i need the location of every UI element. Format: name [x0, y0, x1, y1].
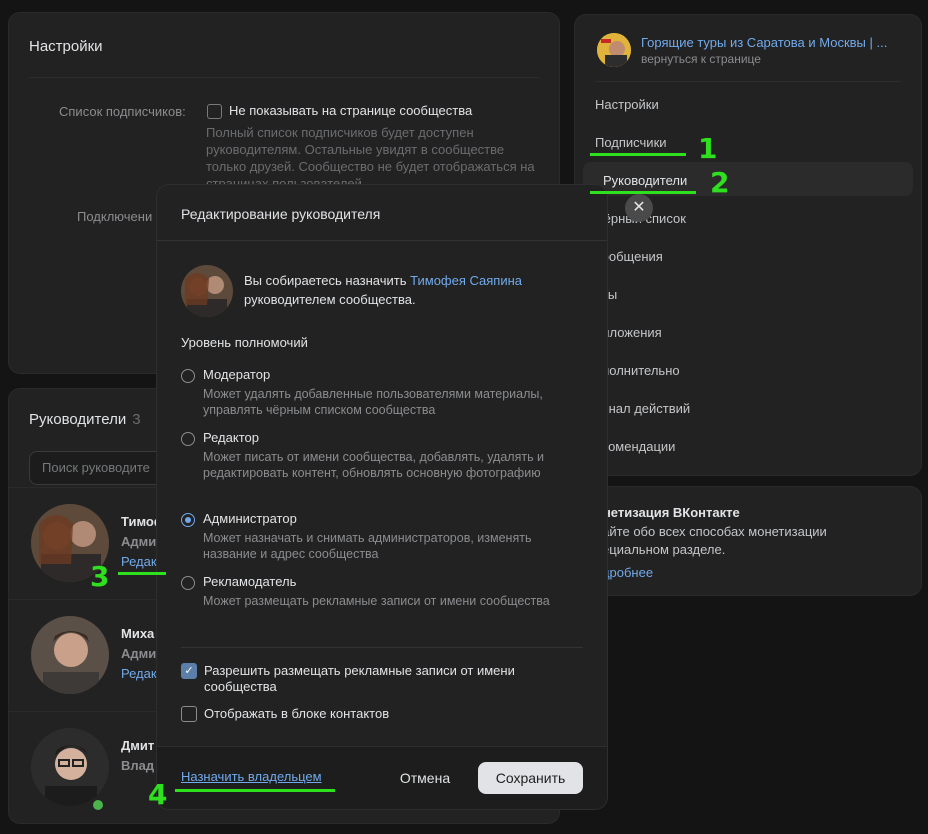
allow-ads-label[interactable]: Разрешить размещать рекламные записи от … — [204, 663, 564, 695]
group-avatar[interactable] — [597, 33, 631, 67]
nav-item-additional[interactable]: ополнительно — [595, 363, 680, 378]
monetization-title: онетизация ВКонтакте — [595, 505, 740, 520]
edit-manager-modal: Редактирование руководителя Вы собираете… — [157, 185, 607, 809]
annotation-number: 4 — [148, 778, 168, 811]
manager-role: Адми — [121, 534, 157, 549]
role-label[interactable]: Модератор — [203, 367, 270, 382]
modal-title: Редактирование руководителя — [181, 206, 381, 222]
online-indicator — [91, 798, 105, 812]
annotation-number: 2 — [710, 166, 730, 199]
avatar[interactable] — [31, 616, 109, 694]
nav-item-settings[interactable]: Настройки — [595, 97, 659, 112]
radio-button-selected[interactable] — [181, 513, 195, 527]
community-nav-card: Горящие туры из Саратова и Москвы | ... … — [574, 14, 922, 476]
cancel-button[interactable]: Отмена — [387, 763, 463, 793]
managers-title: Руководители 3 — [29, 411, 141, 428]
divider — [181, 647, 583, 648]
nav-item-action-log[interactable]: урнал действий — [595, 401, 690, 416]
nav-item-managers[interactable]: Руководители — [603, 173, 687, 188]
monetization-card: онетизация ВКонтакте найте обо всех спос… — [574, 486, 922, 596]
annotation-underline — [590, 191, 696, 194]
managers-count: 3 — [132, 411, 141, 428]
show-in-contacts-checkbox[interactable] — [181, 706, 197, 722]
group-name-link[interactable]: Горящие туры из Саратова и Москвы | ... — [641, 35, 887, 50]
radio-button[interactable] — [181, 432, 195, 446]
annotation-underline — [590, 153, 686, 156]
settings-title: Настройки — [29, 38, 103, 55]
annotation-underline — [118, 572, 166, 575]
role-description: Может размещать рекламные записи от имен… — [203, 594, 550, 608]
role-description: Может назначать и снимать администраторо… — [203, 531, 532, 561]
intro-suffix: руководителем сообщества. — [244, 292, 416, 307]
search-placeholder: Поиск руководите — [42, 460, 150, 475]
nav-item-recommendations[interactable]: екомендации — [595, 439, 675, 454]
divider — [29, 77, 539, 78]
radio-button[interactable] — [181, 576, 195, 590]
manager-edit-link[interactable]: Редак — [121, 554, 157, 569]
role-description: Может писать от имени сообщества, добавл… — [203, 450, 545, 480]
back-to-page-link[interactable]: вернуться к странице — [641, 52, 761, 66]
role-description: Может удалять добавленные пользователями… — [203, 387, 543, 417]
role-label[interactable]: Администратор — [203, 511, 297, 526]
show-in-contacts-label[interactable]: Отображать в блоке контактов — [204, 706, 564, 722]
connection-label: Подключени — [77, 209, 153, 224]
manager-role: Адми — [121, 646, 157, 661]
annotation-number: 1 — [698, 132, 718, 165]
assign-owner-link[interactable]: Назначить владельцем — [181, 769, 322, 784]
intro-text: Вы собираетесь назначить Тимофея Саяпина… — [244, 271, 584, 309]
manager-role: Влад — [121, 758, 155, 773]
annotation-number: 3 — [90, 560, 110, 593]
intro-prefix: Вы собираетесь назначить — [244, 273, 411, 288]
subscribers-list-label: Список подписчиков: — [59, 104, 186, 119]
hide-subscribers-description: Полный список подписчиков будет доступен… — [206, 125, 535, 191]
avatar — [181, 265, 233, 317]
close-icon[interactable]: ✕ — [625, 194, 653, 222]
hide-subscribers-label[interactable]: Не показывать на странице сообщества — [229, 103, 472, 118]
manager-name[interactable]: Дмит — [121, 738, 154, 753]
hide-subscribers-checkbox[interactable] — [207, 104, 222, 119]
annotation-underline — [175, 789, 335, 792]
role-label[interactable]: Рекламодатель — [203, 574, 296, 589]
user-name-link[interactable]: Тимофея Саяпина — [410, 273, 522, 288]
monetization-description: найте обо всех способах монетизации пеци… — [595, 524, 827, 557]
managers-title-text: Руководители — [29, 411, 127, 428]
role-label[interactable]: Редактор — [203, 430, 259, 445]
save-button[interactable]: Сохранить — [478, 762, 583, 794]
manager-name[interactable]: Миха — [121, 626, 154, 641]
avatar[interactable] — [31, 728, 109, 806]
radio-button[interactable] — [181, 369, 195, 383]
divider — [157, 240, 607, 241]
divider — [595, 81, 901, 82]
modal-footer: Назначить владельцем Отмена Сохранить — [157, 746, 607, 809]
nav-item-subscribers[interactable]: Подписчики — [595, 135, 667, 150]
manager-edit-link[interactable]: Редак — [121, 666, 157, 681]
permission-level-title: Уровень полномочий — [181, 335, 308, 350]
allow-ads-checkbox[interactable]: ✓ — [181, 663, 197, 679]
